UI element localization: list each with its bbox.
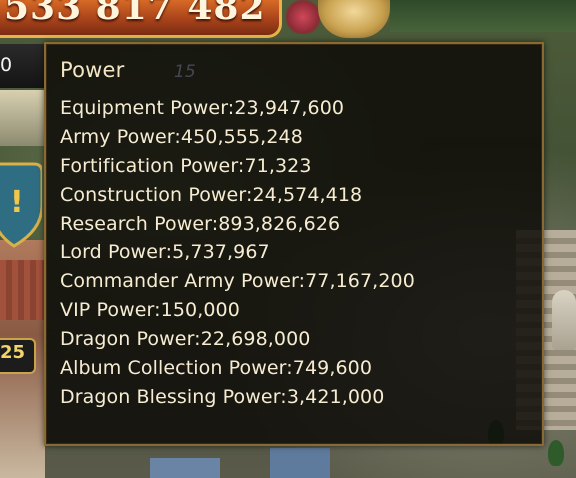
roof-left	[0, 260, 45, 320]
tooltip-title: Power	[60, 58, 125, 82]
power-row-vip-power: VIP Power:150,000	[60, 296, 415, 325]
power-row-value: 77,167,200	[305, 270, 415, 293]
alert-shield-icon[interactable]: !	[0, 160, 42, 248]
power-row-dragon-blessing-power: Dragon Blessing Power:3,421,000	[60, 383, 415, 412]
statue	[552, 290, 576, 350]
power-row-fortification-power: Fortification Power:71,323	[60, 152, 415, 181]
alert-exclamation: !	[10, 185, 24, 220]
power-row-value: 5,737,967	[172, 241, 270, 264]
power-row-label: Equipment Power	[60, 97, 228, 119]
power-tooltip: Power 15 Equipment Power:23,947,600 Army …	[44, 42, 544, 446]
power-row-construction-power: Construction Power:24,574,418	[60, 181, 415, 210]
power-row-label: Commander Army Power	[60, 270, 299, 293]
power-row-label: VIP Power	[60, 299, 155, 322]
power-row-lord-power: Lord Power:5,737,967	[60, 238, 415, 267]
power-row-value: 150,000	[160, 299, 240, 322]
power-row-value: 3,421,000	[286, 385, 385, 408]
power-row-value: 749,600	[292, 357, 373, 380]
power-row-label: Lord Power	[60, 241, 166, 264]
flower-decoration	[283, 0, 323, 34]
total-power-banner[interactable]: 533 817 482	[0, 0, 282, 38]
power-row-label: Research Power	[60, 212, 212, 235]
power-row-value: 22,698,000	[200, 328, 311, 351]
total-power-value: 533 817 482	[4, 0, 266, 28]
left-counter-value: 0	[0, 54, 13, 76]
power-row-label: Dragon Power	[60, 328, 195, 351]
power-row-label: Album Collection Power	[60, 357, 287, 380]
power-row-value: 23,947,600	[234, 97, 345, 119]
power-row-label: Army Power	[60, 125, 175, 148]
left-thumbnail[interactable]	[0, 90, 46, 146]
power-row-research-power: Research Power:893,826,626	[60, 210, 415, 239]
blue-roof-2	[150, 458, 220, 478]
power-row-label: Construction Power	[60, 183, 246, 206]
power-row-dragon-power: Dragon Power:22,698,000	[60, 325, 415, 354]
power-row-label: Dragon Blessing Power	[60, 385, 281, 408]
power-row-value: 450,555,248	[180, 125, 303, 148]
ghost-number: 15	[174, 62, 196, 82]
blue-roof	[270, 448, 330, 478]
power-row-commander-army-power: Commander Army Power:77,167,200	[60, 267, 415, 296]
power-row-label: Fortification Power	[60, 154, 238, 177]
power-row-album-collection-power: Album Collection Power:749,600	[60, 354, 415, 383]
power-row-value: 893,826,626	[218, 212, 341, 235]
power-row-army-power: Army Power:450,555,248	[60, 123, 415, 152]
power-row-value: 71,323	[244, 154, 312, 177]
power-breakdown-list: Equipment Power:23,947,600 Army Power:450…	[60, 94, 415, 412]
level-badge-value: 25	[0, 342, 26, 363]
power-row-equipment-power: Equipment Power:23,947,600	[60, 94, 415, 123]
tree-icon	[548, 440, 564, 466]
top-right-scenery	[390, 0, 576, 32]
power-row-value: 24,574,418	[252, 183, 363, 206]
